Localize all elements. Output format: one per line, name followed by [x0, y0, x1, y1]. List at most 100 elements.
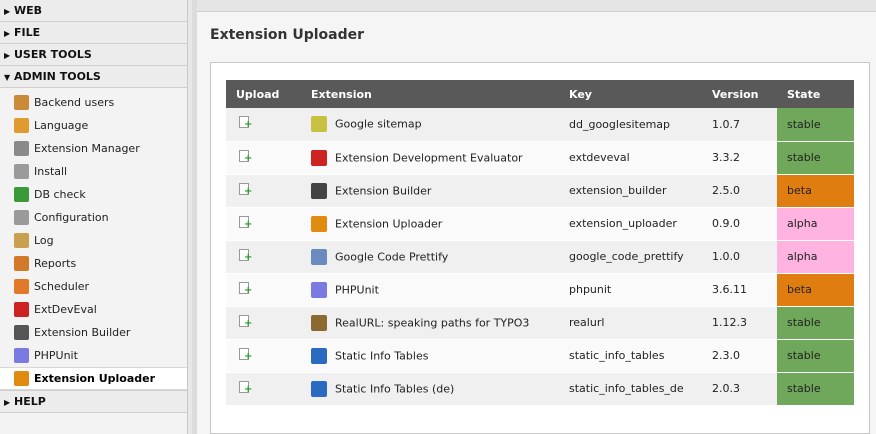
extension-version: 2.0.3 [702, 372, 777, 406]
globe-icon [311, 347, 327, 364]
sidebar-item-scheduler[interactable]: Scheduler [0, 275, 187, 298]
state-badge: alpha [777, 240, 854, 274]
sidebar-item-extension-builder[interactable]: Extension Builder [0, 321, 187, 344]
upload-cell: + [226, 141, 301, 175]
menu-group-user-tools[interactable]: ▶ USER TOOLS [0, 44, 187, 66]
upload-cell: + [226, 273, 301, 307]
extension-key: dd_googlesitemap [559, 108, 702, 142]
upload-icon[interactable]: + [238, 215, 252, 229]
menu-group-admin-tools[interactable]: ▼ ADMIN TOOLS [0, 66, 187, 88]
scheduler-icon [14, 279, 29, 294]
triangle-right-icon: ▶ [4, 29, 11, 38]
triangle-right-icon: ▶ [4, 51, 11, 60]
module-menu: ▶ WEB ▶ FILE ▶ USER TOOLS ▼ ADMIN TOOLS Backend … [0, 0, 188, 434]
upload-icon[interactable]: + [238, 314, 252, 328]
state-badge: beta [777, 273, 854, 307]
triangle-down-icon: ▼ [4, 73, 11, 82]
extension-key: extension_builder [559, 174, 702, 208]
extension-name: Google Code Prettify [335, 250, 449, 263]
sidebar-item-configuration[interactable]: Configuration [0, 206, 187, 229]
sidebar-item-install[interactable]: Install [0, 160, 187, 183]
state-badge: stable [777, 372, 854, 406]
extension-key: static_info_tables [559, 339, 702, 373]
menu-group-help[interactable]: ▶ HELP [0, 391, 187, 413]
menu-group-label: ADMIN TOOLS [14, 70, 101, 83]
sidebar-item-extension-uploader[interactable]: Extension Uploader [0, 367, 187, 390]
extension-cell: Static Info Tables [301, 339, 559, 373]
sidebar-item-log[interactable]: Log [0, 229, 187, 252]
menu-group-label: FILE [14, 26, 41, 39]
extension-cell: RealURL: speaking paths for TYPO3 [301, 306, 559, 340]
page-title: Extension Uploader [210, 27, 365, 43]
upload-icon[interactable]: + [238, 347, 252, 361]
extension-key: extdeveval [559, 141, 702, 175]
sidebar-item-language[interactable]: Language [0, 114, 187, 137]
sidebar-item-phpunit[interactable]: PHPUnit [0, 344, 187, 367]
sidebar-item-label: Configuration [34, 211, 109, 224]
db-check-icon [14, 187, 29, 202]
extension-version: 2.5.0 [702, 174, 777, 208]
phpunit-icon [14, 348, 29, 363]
table-row: + Static Info Tables (de) static_info_tabl… [226, 372, 854, 406]
upload-icon[interactable]: + [238, 248, 252, 262]
extension-cell: Extension Builder [301, 174, 559, 208]
extension-builder-icon [14, 325, 29, 340]
admin-tools-list: Backend users Language Extension Manager In… [0, 88, 187, 391]
upload-icon[interactable]: + [238, 116, 252, 130]
table-row: + PHPUnit phpunit 3.6.11 beta [226, 273, 854, 307]
menu-group-file[interactable]: ▶ FILE [0, 22, 187, 44]
sidebar-item-backend-users[interactable]: Backend users [0, 91, 187, 114]
upload-icon[interactable]: + [238, 281, 252, 295]
upload-icon[interactable]: + [238, 182, 252, 196]
extension-uploader-icon [311, 215, 327, 232]
sidebar-item-label: Extension Manager [34, 142, 140, 155]
extension-cell: Extension Uploader [301, 207, 559, 241]
sidebar-item-extension-manager[interactable]: Extension Manager [0, 137, 187, 160]
state-badge: alpha [777, 207, 854, 241]
table-row: + Extension Uploader extension_uploader 0.9… [226, 207, 854, 241]
install-icon [14, 164, 29, 179]
extension-key: static_info_tables_de [559, 372, 702, 406]
menu-group-web[interactable]: ▶ WEB [0, 0, 187, 22]
extension-key: phpunit [559, 273, 702, 307]
phpunit-icon [311, 281, 327, 298]
table-row: + Static Info Tables static_info_tables 2.3… [226, 339, 854, 373]
sidebar-item-label: ExtDevEval [34, 303, 97, 316]
sidebar-item-label: Backend users [34, 96, 115, 109]
state-badge: stable [777, 339, 854, 373]
column-header-version[interactable]: Version [702, 80, 777, 108]
extension-cell: Google sitemap [301, 108, 559, 142]
sidebar-item-label: DB check [34, 188, 86, 201]
extension-name: Extension Development Evaluator [335, 151, 523, 164]
extension-name: RealURL: speaking paths for TYPO3 [335, 316, 530, 329]
upload-cell: + [226, 108, 301, 142]
sidebar-item-label: Language [34, 119, 89, 132]
google-code-prettify-icon [311, 248, 327, 265]
sidebar-item-extdeveval[interactable]: ExtDevEval [0, 298, 187, 321]
extension-name: Extension Uploader [335, 217, 443, 230]
google-sitemap-icon [311, 116, 327, 133]
extension-cell: Static Info Tables (de) [301, 372, 559, 406]
configuration-icon [14, 210, 29, 225]
extension-panel: Upload Extension Key Version State + Google s… [210, 62, 870, 434]
extension-version: 1.0.7 [702, 108, 777, 142]
sidebar-item-label: PHPUnit [34, 349, 78, 362]
upload-icon[interactable]: + [238, 149, 252, 163]
sidebar-item-db-check[interactable]: DB check [0, 183, 187, 206]
sidebar-item-label: Install [34, 165, 68, 178]
state-badge: beta [777, 174, 854, 208]
extension-key: google_code_prettify [559, 240, 702, 274]
menu-group-label: HELP [14, 395, 46, 408]
extension-name: Static Info Tables [335, 349, 429, 362]
column-header-extension[interactable]: Extension [301, 80, 559, 108]
upload-cell: + [226, 207, 301, 241]
upload-icon[interactable]: + [238, 380, 252, 394]
realurl-icon [311, 314, 327, 331]
sidebar-item-reports[interactable]: Reports [0, 252, 187, 275]
sidebar-item-label: Extension Uploader [34, 372, 156, 385]
state-badge: stable [777, 141, 854, 175]
column-header-upload[interactable]: Upload [226, 80, 301, 108]
column-header-state[interactable]: State [777, 80, 854, 108]
sidebar-item-label: Log [34, 234, 54, 247]
column-header-key[interactable]: Key [559, 80, 702, 108]
